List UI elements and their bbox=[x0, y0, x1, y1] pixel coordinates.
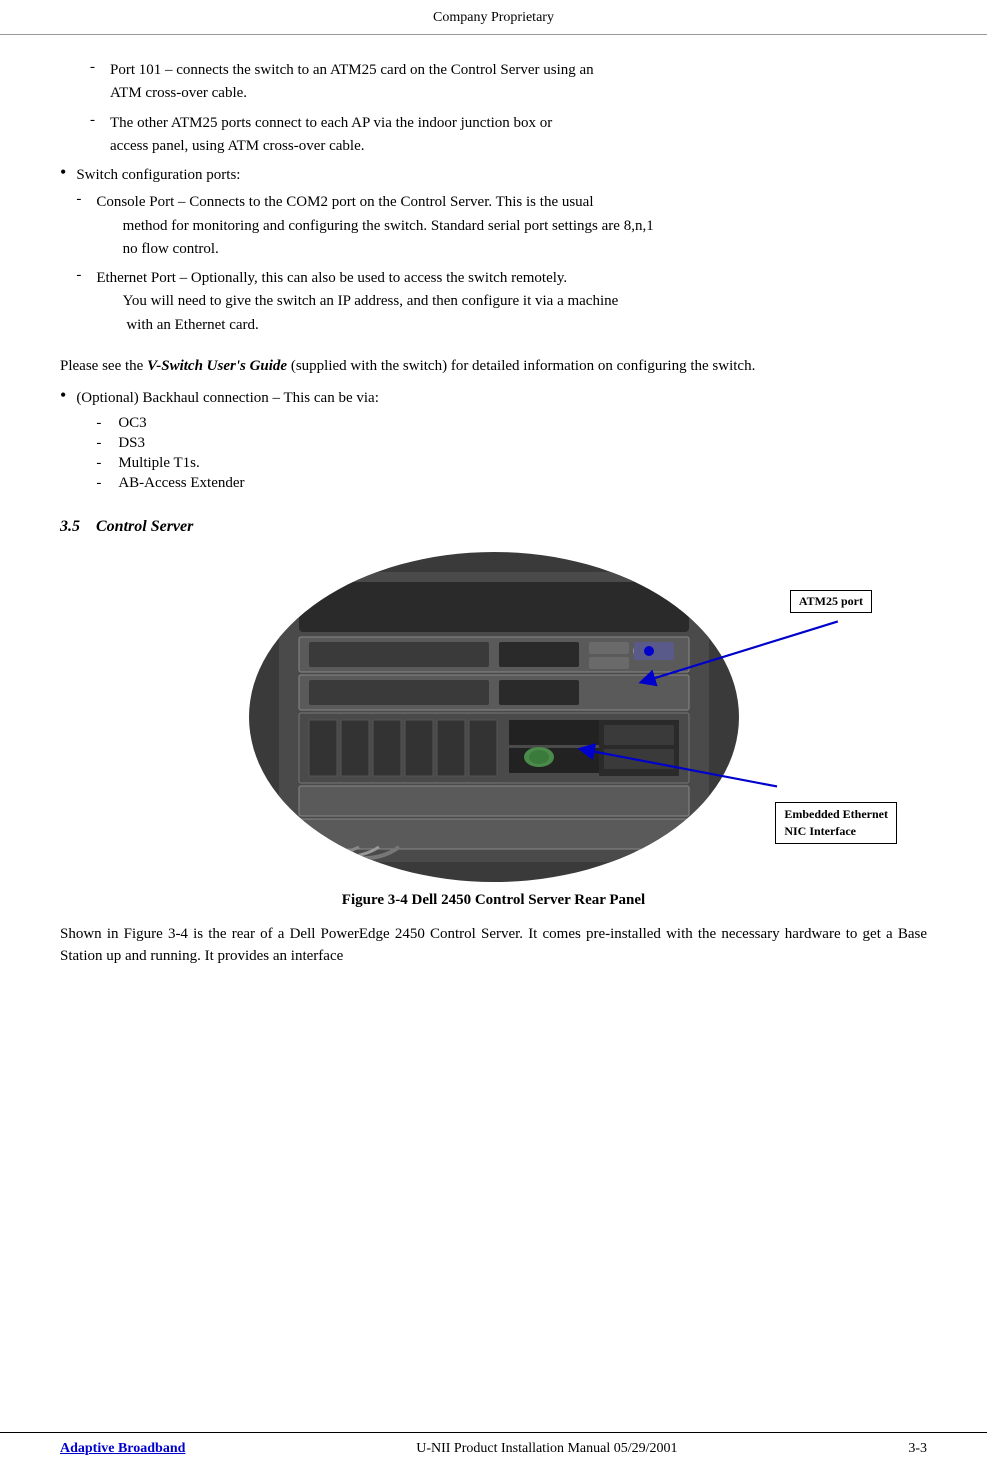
bullet-content-switch: Switch configuration ports: - Console Po… bbox=[76, 164, 927, 341]
sub-dash-text-oc3: OC3 bbox=[118, 415, 146, 432]
bullet-item-backhaul: • (Optional) Backhaul connection – This … bbox=[60, 387, 927, 495]
dash-mark-ethernet: - bbox=[76, 267, 88, 284]
vswitch-italic: V-Switch User's Guide bbox=[147, 358, 287, 374]
section-title: Control Server bbox=[96, 518, 193, 535]
dash-item-port101: - Port 101 – connects the switch to an A… bbox=[90, 59, 927, 106]
nic-label-box: Embedded Ethernet NIC Interface bbox=[775, 802, 897, 844]
nic-label-line2: NIC Interface bbox=[784, 824, 856, 838]
dash-mark-2: - bbox=[90, 112, 102, 129]
dash-text-port101: Port 101 – connects the switch to an ATM… bbox=[110, 59, 927, 106]
dash-text-console: Console Port – Connects to the COM2 port… bbox=[96, 191, 927, 261]
sub-dash-text-ab: AB-Access Extender bbox=[118, 475, 244, 492]
sub-dash-ab: - AB-Access Extender bbox=[96, 475, 927, 492]
page-footer: Adaptive Broadband U-NII Product Install… bbox=[0, 1432, 987, 1465]
backhaul-sub-list: - OC3 - DS3 - Multiple T1s. - AB-Access … bbox=[96, 415, 927, 492]
sub-dash-oc3: - OC3 bbox=[96, 415, 927, 432]
bullet-list-switch: • Switch configuration ports: - Console … bbox=[60, 164, 927, 341]
page-header: Company Proprietary bbox=[0, 0, 987, 35]
header-title: Company Proprietary bbox=[433, 10, 554, 25]
backhaul-label: (Optional) Backhaul connection – This ca… bbox=[76, 390, 379, 406]
bullet-item-switch: • Switch configuration ports: - Console … bbox=[60, 164, 927, 341]
dash-list-port101: - Port 101 – connects the switch to an A… bbox=[90, 59, 927, 158]
sub-dash-mark-ab: - bbox=[96, 475, 110, 492]
sub-dash-text-ds3: DS3 bbox=[118, 435, 145, 452]
dash-console: - Console Port – Connects to the COM2 po… bbox=[76, 191, 927, 261]
para-vswitch: Please see the V-Switch User's Guide (su… bbox=[60, 355, 927, 378]
dash-mark-console: - bbox=[76, 191, 88, 208]
switch-sub-list: - Console Port – Connects to the COM2 po… bbox=[76, 191, 927, 337]
sub-dash-mark-ds3: - bbox=[96, 435, 110, 452]
atm25-label-text: ATM25 port bbox=[799, 594, 863, 608]
figure-caption: Figure 3-4 Dell 2450 Control Server Rear… bbox=[60, 892, 927, 909]
dash-text-ethernet: Ethernet Port – Optionally, this can als… bbox=[96, 267, 927, 337]
server-rack-svg bbox=[279, 572, 709, 862]
dash-mark: - bbox=[90, 59, 102, 76]
sub-dash-t1: - Multiple T1s. bbox=[96, 455, 927, 472]
sub-dash-text-t1: Multiple T1s. bbox=[118, 455, 199, 472]
dash-text-atm25: The other ATM25 ports connect to each AP… bbox=[110, 112, 927, 159]
bullet-list-backhaul: • (Optional) Backhaul connection – This … bbox=[60, 387, 927, 495]
figure-caption-text: Figure 3-4 Dell 2450 Control Server Rear… bbox=[342, 892, 645, 908]
dash-item-atm25: - The other ATM25 ports connect to each … bbox=[90, 112, 927, 159]
switch-config-label: Switch configuration ports: bbox=[76, 167, 240, 183]
nic-label-line1: Embedded Ethernet bbox=[784, 807, 888, 821]
section-number: 3.5 bbox=[60, 518, 80, 535]
server-image bbox=[249, 552, 739, 882]
footer-brand: Adaptive Broadband bbox=[60, 1441, 185, 1457]
footer-brand-text: Adaptive Broadband bbox=[60, 1441, 185, 1456]
sub-dash-mark-t1: - bbox=[96, 455, 110, 472]
atm25-label-box: ATM25 port bbox=[790, 590, 872, 613]
bullet-dot-backhaul: • bbox=[60, 385, 66, 406]
sub-dash-ds3: - DS3 bbox=[96, 435, 927, 452]
para-shown: Shown in Figure 3-4 is the rear of a Del… bbox=[60, 923, 927, 968]
sub-dash-mark-oc3: - bbox=[96, 415, 110, 432]
bullet-content-backhaul: (Optional) Backhaul connection – This ca… bbox=[76, 387, 927, 495]
figure-area: ATM25 port Embedded Ethernet NIC Interfa… bbox=[60, 552, 927, 882]
section-heading: 3.5 Control Server bbox=[60, 518, 927, 536]
bullet-dot-switch: • bbox=[60, 162, 66, 183]
footer-center-text: U-NII Product Installation Manual 05/29/… bbox=[416, 1441, 677, 1457]
footer-page-number: 3-3 bbox=[908, 1441, 927, 1457]
dash-ethernet: - Ethernet Port – Optionally, this can a… bbox=[76, 267, 927, 337]
